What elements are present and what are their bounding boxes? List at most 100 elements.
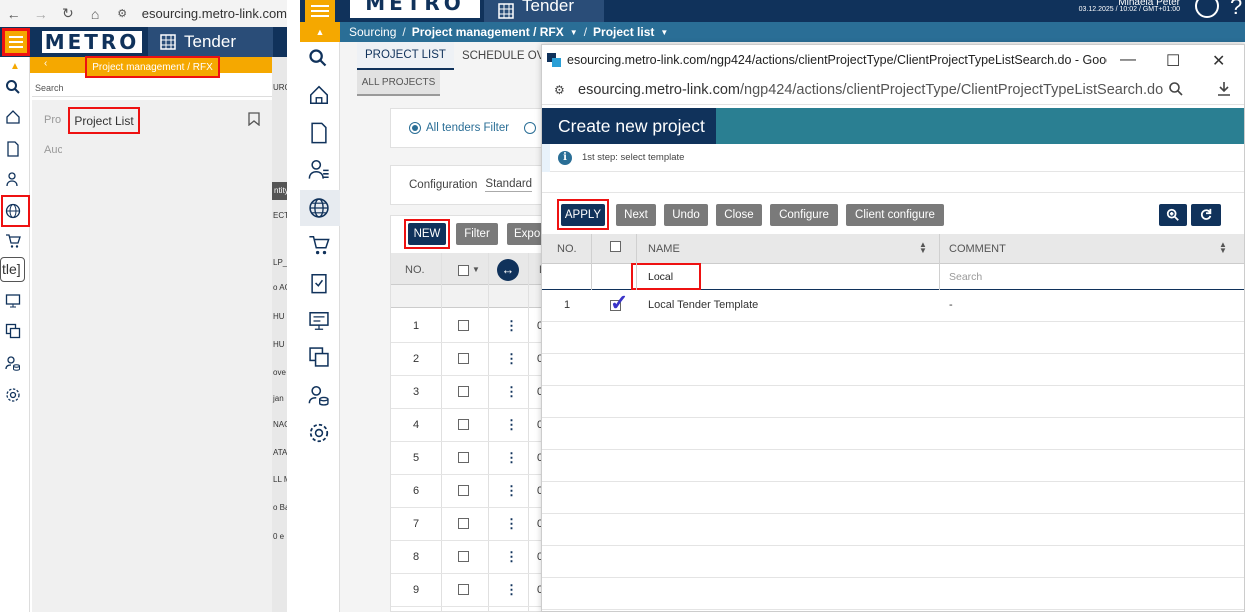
user-list-icon[interactable] [5, 171, 25, 191]
kebab-menu-icon[interactable]: ⋮ [505, 516, 518, 532]
home-icon[interactable] [308, 84, 332, 108]
zoom-in-button[interactable] [1159, 204, 1187, 226]
document-icon[interactable] [5, 141, 25, 161]
table-row[interactable]: 8⋮0 [391, 541, 551, 574]
resize-columns-icon[interactable]: ↔ [497, 259, 519, 281]
breadcrumb-project-list[interactable]: Project list [593, 25, 654, 39]
dropdown-arrow-icon[interactable]: ▼ [570, 28, 578, 37]
forward-arrow-icon[interactable]: → [27, 6, 54, 22]
home-icon[interactable] [5, 109, 25, 129]
column-name[interactable]: NAME [648, 243, 680, 255]
site-settings-icon[interactable]: ⚙ [554, 83, 572, 97]
download-icon[interactable] [1216, 81, 1232, 97]
kebab-menu-icon[interactable]: ⋮ [505, 384, 518, 400]
undo-button[interactable]: Undo [664, 204, 708, 226]
table-row[interactable]: 4⋮0 [391, 409, 551, 442]
row-checkbox[interactable] [458, 320, 469, 331]
kebab-menu-icon[interactable]: ⋮ [505, 549, 518, 565]
table-row[interactable]: 5⋮0 [391, 442, 551, 475]
minimize-icon[interactable]: — [1120, 51, 1136, 69]
menu-item-project-list[interactable]: Project List [68, 107, 140, 134]
user-list-icon[interactable] [308, 158, 332, 182]
presentation-icon[interactable] [308, 310, 332, 334]
copy-icon[interactable] [308, 346, 332, 370]
menu-label-pro[interactable]: Pro [44, 114, 61, 126]
table-row[interactable]: 2⋮0 [391, 343, 551, 376]
dropdown-arrow-icon[interactable]: ▼ [660, 28, 668, 37]
radio-all-tenders[interactable] [409, 122, 421, 134]
user-info[interactable]: Mihaela Peter 03.12.2025 / 10:02 / GMT+0… [1040, 0, 1220, 22]
document-icon[interactable] [308, 122, 332, 146]
dropdown-arrow-icon[interactable]: ▼ [472, 265, 480, 274]
sort-icon[interactable]: ▲ ▼ [919, 241, 927, 255]
client-configure-button[interactable]: Client configure [846, 204, 944, 226]
configuration-select[interactable]: Standard [485, 178, 533, 192]
maximize-icon[interactable]: ☐ [1166, 51, 1180, 71]
close-window-icon[interactable]: ✕ [1212, 51, 1225, 71]
filter-label[interactable]: All tenders Filter [426, 122, 509, 134]
table-row[interactable]: 6⋮0 [391, 475, 551, 508]
globe-icon[interactable] [308, 197, 332, 221]
breadcrumb-project-management[interactable]: Project management / RFX [412, 25, 564, 39]
row-checkbox[interactable] [458, 518, 469, 529]
close-button[interactable]: Close [716, 204, 762, 226]
breadcrumb-sourcing[interactable]: Sourcing [349, 25, 396, 39]
select-all-checkbox[interactable] [610, 241, 621, 252]
next-button[interactable]: Next [616, 204, 656, 226]
user-database-icon[interactable] [5, 355, 25, 375]
collapse-icon[interactable]: ▲ [300, 22, 340, 42]
reload-icon[interactable]: ↻ [54, 5, 81, 22]
presentation-icon[interactable] [5, 293, 25, 313]
clipboard-icon[interactable] [308, 272, 332, 296]
back-arrow-icon[interactable]: ← [0, 6, 27, 22]
row-checkbox[interactable] [458, 419, 469, 430]
kebab-menu-icon[interactable]: ⋮ [505, 483, 518, 499]
bookmark-icon[interactable] [248, 112, 260, 126]
user-database-icon[interactable] [308, 384, 332, 408]
table-row[interactable]: 7⋮0 [391, 508, 551, 541]
home-icon[interactable]: ⌂ [81, 6, 108, 22]
kebab-menu-icon[interactable]: ⋮ [505, 417, 518, 433]
search-label[interactable]: Search [35, 83, 64, 93]
row-checkbox[interactable] [458, 353, 469, 364]
chevron-left-icon[interactable]: ‹ [44, 58, 47, 69]
radio-other-filter[interactable] [524, 122, 537, 134]
kebab-menu-icon[interactable]: ⋮ [505, 450, 518, 466]
copy-icon[interactable] [5, 323, 25, 343]
row-checkbox[interactable] [458, 551, 469, 562]
zoom-icon[interactable] [1168, 81, 1184, 97]
tab-project-list[interactable]: PROJECT LIST [357, 42, 454, 70]
address-bar[interactable]: esourcing.metro-link.com [142, 6, 287, 21]
popup-address-bar[interactable]: ⚙ esourcing.metro-link.com/ngp424/action… [542, 75, 1244, 105]
filter-button[interactable]: Filter [456, 223, 498, 245]
kebab-menu-icon[interactable]: ⋮ [505, 351, 518, 367]
row-checkbox[interactable] [458, 452, 469, 463]
settings-gear-icon[interactable] [308, 422, 332, 446]
row-checkbox[interactable] [458, 485, 469, 496]
select-all-checkbox[interactable] [458, 265, 469, 276]
refresh-button[interactable] [1191, 204, 1221, 226]
table-row[interactable]: 1⋮0 [391, 310, 551, 343]
sort-icon[interactable]: ▲ ▼ [1219, 241, 1227, 255]
hamburger-menu-icon[interactable] [305, 0, 335, 22]
collapse-icon[interactable]: ▲ [5, 61, 25, 81]
row-checkbox[interactable] [458, 386, 469, 397]
kebab-menu-icon[interactable]: ⋮ [505, 318, 518, 334]
table-row[interactable]: 1 ✓ Local Tender Template - [542, 290, 1244, 322]
kebab-menu-icon[interactable]: ⋮ [505, 582, 518, 598]
settings-gear-icon[interactable] [5, 387, 25, 407]
search-icon[interactable] [5, 79, 25, 99]
tab-schedule-overview[interactable]: SCHEDULE OV [454, 42, 552, 70]
breadcrumb-project-management[interactable]: Project management / RFX [85, 56, 220, 78]
site-settings-icon[interactable]: ⚙ [109, 7, 136, 20]
cart-icon[interactable] [308, 234, 332, 258]
cart-icon[interactable] [5, 233, 25, 253]
subtab-all-projects[interactable]: ALL PROJECTS [357, 70, 440, 96]
column-comment[interactable]: COMMENT [949, 243, 1006, 255]
row-checkbox[interactable] [458, 584, 469, 595]
menu-label-auc[interactable]: Auc [44, 144, 63, 156]
help-icon[interactable]: ? [1230, 0, 1242, 20]
configure-button[interactable]: Configure [770, 204, 838, 226]
search-icon[interactable] [308, 48, 332, 72]
table-row[interactable]: 9⋮0 [391, 574, 551, 607]
